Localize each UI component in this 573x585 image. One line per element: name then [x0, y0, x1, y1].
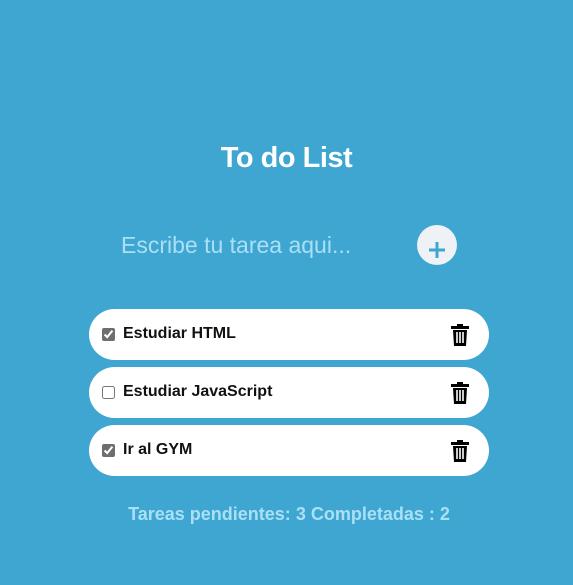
task-item: Ir al GYM — [89, 425, 489, 476]
pending-label: Tareas pendientes: — [128, 504, 291, 524]
trash-icon — [451, 382, 469, 404]
task-checkbox[interactable] — [102, 386, 115, 399]
delete-task-button[interactable] — [451, 381, 473, 405]
task-input[interactable] — [118, 227, 401, 263]
pending-count: 3 — [295, 504, 306, 524]
trash-icon — [451, 324, 469, 346]
task-label: Ir al GYM — [123, 441, 193, 458]
task-checkbox[interactable] — [102, 328, 115, 341]
delete-task-button[interactable] — [451, 439, 473, 463]
plus-icon — [429, 242, 445, 258]
completed-label: Completadas : — [310, 504, 435, 524]
trash-icon — [451, 440, 469, 462]
task-counters: Tareas pendientes: 3 Completadas : 2 — [0, 504, 573, 525]
task-item: Estudiar JavaScript — [89, 367, 489, 418]
todo-app: To do List Estudiar HTML — [0, 0, 573, 585]
task-list: Estudiar HTML Estudiar JavaScript Ir al … — [89, 309, 489, 483]
completed-count: 2 — [439, 504, 450, 524]
task-entry-row — [118, 223, 463, 267]
task-item: Estudiar HTML — [89, 309, 489, 360]
add-task-button[interactable] — [417, 225, 457, 265]
task-checkbox[interactable] — [102, 444, 115, 457]
task-label: Estudiar JavaScript — [123, 383, 273, 400]
page-title: To do List — [220, 142, 353, 174]
task-label: Estudiar HTML — [123, 325, 236, 342]
delete-task-button[interactable] — [451, 323, 473, 347]
